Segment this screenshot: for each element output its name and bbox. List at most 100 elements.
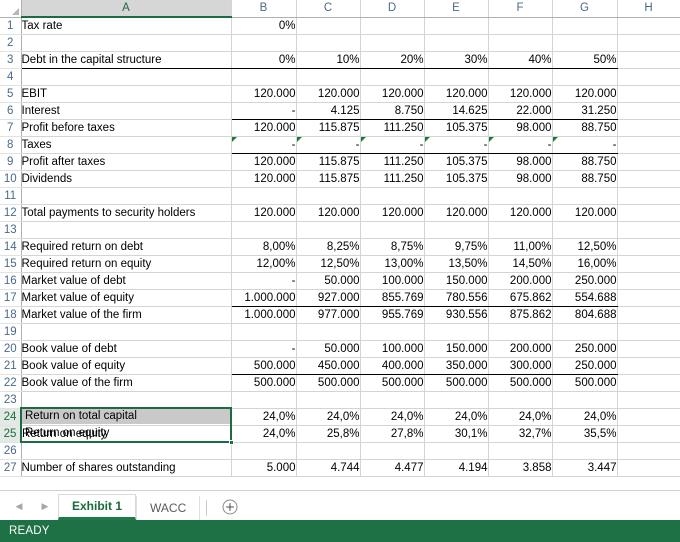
cell-F15[interactable]: 14,50% <box>488 255 553 273</box>
cell-E10[interactable]: 105.375 <box>424 170 489 188</box>
cell-H1[interactable] <box>617 17 680 35</box>
cell-B9[interactable]: 120.000 <box>231 153 297 171</box>
cell-G7[interactable]: 88.750 <box>552 119 618 137</box>
cell-E6[interactable]: 14.625 <box>424 102 489 120</box>
cell-E21[interactable]: 350.000 <box>424 357 489 375</box>
sheet-tab-wacc[interactable]: WACC <box>136 496 201 520</box>
cell-C1[interactable] <box>296 17 361 35</box>
cell-D27[interactable]: 4.477 <box>360 459 425 477</box>
cell-G2[interactable] <box>552 34 618 52</box>
row-header-14[interactable]: 14 <box>0 238 22 256</box>
cell-A1[interactable]: Tax rate <box>21 17 232 35</box>
cell-G18[interactable]: 804.688 <box>552 306 618 324</box>
cell-D24[interactable]: 24,0% <box>360 408 425 426</box>
cell-F10[interactable]: 98.000 <box>488 170 553 188</box>
cell-D7[interactable]: 111.250 <box>360 119 425 137</box>
cell-D9[interactable]: 111.250 <box>360 153 425 171</box>
cell-F5[interactable]: 120.000 <box>488 85 553 103</box>
cell-C2[interactable] <box>296 34 361 52</box>
column-header-e[interactable]: E <box>424 0 489 18</box>
row-header-8[interactable]: 8 <box>0 136 22 154</box>
cell-E14[interactable]: 9,75% <box>424 238 489 256</box>
cell-G19[interactable] <box>552 323 618 341</box>
cell-F12[interactable]: 120.000 <box>488 204 553 222</box>
cell-F11[interactable] <box>488 187 553 205</box>
cell-D22[interactable]: 500.000 <box>360 374 425 392</box>
cell-B16[interactable]: - <box>231 272 297 290</box>
column-header-c[interactable]: C <box>296 0 361 18</box>
cell-G5[interactable]: 120.000 <box>552 85 618 103</box>
cell-D2[interactable] <box>360 34 425 52</box>
cell-E12[interactable]: 120.000 <box>424 204 489 222</box>
cell-A11[interactable] <box>21 187 232 205</box>
cell-C3[interactable]: 10% <box>296 51 361 69</box>
sheet-tab-bar[interactable]: ◀ ▶ Exhibit 1 WACC <box>0 490 680 520</box>
cell-F27[interactable]: 3.858 <box>488 459 553 477</box>
cell-A24[interactable]: Return on total capital <box>21 408 232 426</box>
cell-E4[interactable] <box>424 68 489 86</box>
cell-D5[interactable]: 120.000 <box>360 85 425 103</box>
row-header-13[interactable]: 13 <box>0 221 22 239</box>
cell-F9[interactable]: 98.000 <box>488 153 553 171</box>
cell-D12[interactable]: 120.000 <box>360 204 425 222</box>
cell-F19[interactable] <box>488 323 553 341</box>
cell-H19[interactable] <box>617 323 680 341</box>
cell-G4[interactable] <box>552 68 618 86</box>
cell-F25[interactable]: 32,7% <box>488 425 553 443</box>
cell-A15[interactable]: Required return on equity <box>21 255 232 273</box>
cell-C18[interactable]: 977.000 <box>296 306 361 324</box>
cell-F13[interactable] <box>488 221 553 239</box>
spreadsheet-grid[interactable]: ABCDEFGH 1 Tax rate 0% 2 3 Debt in the capita… <box>0 0 680 490</box>
cell-E11[interactable] <box>424 187 489 205</box>
cell-H4[interactable] <box>617 68 680 86</box>
cell-G1[interactable] <box>552 17 618 35</box>
cell-A16[interactable]: Market value of debt <box>21 272 232 290</box>
cell-E7[interactable]: 105.375 <box>424 119 489 137</box>
cell-E27[interactable]: 4.194 <box>424 459 489 477</box>
cell-E13[interactable] <box>424 221 489 239</box>
column-header-f[interactable]: F <box>488 0 553 18</box>
cell-D6[interactable]: 8.750 <box>360 102 425 120</box>
cell-C17[interactable]: 927.000 <box>296 289 361 307</box>
cell-F2[interactable] <box>488 34 553 52</box>
cell-G13[interactable] <box>552 221 618 239</box>
cell-F20[interactable]: 200.000 <box>488 340 553 358</box>
cell-C6[interactable]: 4.125 <box>296 102 361 120</box>
row-header-4[interactable]: 4 <box>0 68 22 86</box>
cell-E15[interactable]: 13,50% <box>424 255 489 273</box>
cell-B22[interactable]: 500.000 <box>231 374 297 392</box>
cell-G6[interactable]: 31.250 <box>552 102 618 120</box>
cell-F24[interactable]: 24,0% <box>488 408 553 426</box>
cell-H22[interactable] <box>617 374 680 392</box>
cell-E2[interactable] <box>424 34 489 52</box>
cell-A25[interactable]: Return on equity <box>21 425 232 443</box>
cell-H27[interactable] <box>617 459 680 477</box>
row-header-21[interactable]: 21 <box>0 357 22 375</box>
cell-G11[interactable] <box>552 187 618 205</box>
cell-D20[interactable]: 100.000 <box>360 340 425 358</box>
cell-B25[interactable]: 24,0% <box>231 425 297 443</box>
row-header-26[interactable]: 26 <box>0 442 22 460</box>
cell-B11[interactable] <box>231 187 297 205</box>
cell-C10[interactable]: 115.875 <box>296 170 361 188</box>
cell-H12[interactable] <box>617 204 680 222</box>
cell-D18[interactable]: 955.769 <box>360 306 425 324</box>
cell-B17[interactable]: 1.000.000 <box>231 289 297 307</box>
cell-E26[interactable] <box>424 442 489 460</box>
cell-F22[interactable]: 500.000 <box>488 374 553 392</box>
cell-A10[interactable]: Dividends <box>21 170 232 188</box>
cell-H3[interactable] <box>617 51 680 69</box>
cell-F16[interactable]: 200.000 <box>488 272 553 290</box>
cell-B26[interactable] <box>231 442 297 460</box>
column-header-h[interactable]: H <box>617 0 680 18</box>
row-header-2[interactable]: 2 <box>0 34 22 52</box>
cell-A4[interactable] <box>21 68 232 86</box>
cell-B1[interactable]: 0% <box>231 17 297 35</box>
row-header-27[interactable]: 27 <box>0 459 22 477</box>
cell-C20[interactable]: 50.000 <box>296 340 361 358</box>
cell-D3[interactable]: 20% <box>360 51 425 69</box>
row-header-25[interactable]: 25 <box>0 425 22 443</box>
cell-C8[interactable]: - <box>296 136 361 154</box>
cell-D21[interactable]: 400.000 <box>360 357 425 375</box>
row-header-17[interactable]: 17 <box>0 289 22 307</box>
